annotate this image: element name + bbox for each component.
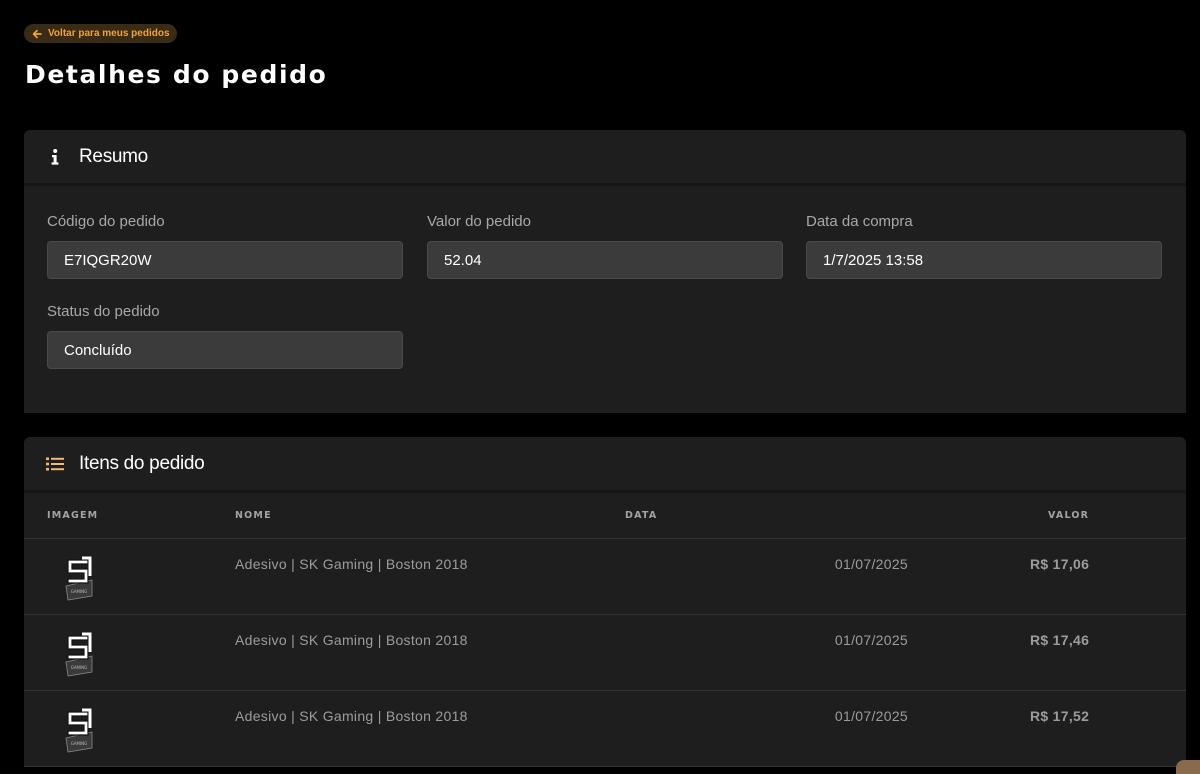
table-row[interactable]: GAMING Adesivo | SK Gaming | Boston 2018… xyxy=(24,690,1186,766)
order-status-input[interactable]: Concluído xyxy=(47,331,403,369)
order-details-page: Voltar para meus pedidos Detalhes do ped… xyxy=(0,0,1200,774)
order-value-field: Valor do pedido 52.04 xyxy=(427,213,783,279)
floating-action-corner[interactable] xyxy=(1176,760,1200,774)
purchase-date-input[interactable]: 1/7/2025 13:58 xyxy=(806,241,1162,279)
items-title: Itens do pedido xyxy=(79,452,205,474)
svg-text:GAMING: GAMING xyxy=(71,589,88,594)
order-code-input[interactable]: E7IQGR20W xyxy=(47,241,403,279)
sk-gaming-sticker-icon: GAMING xyxy=(65,632,93,676)
back-to-orders-button[interactable]: Voltar para meus pedidos xyxy=(24,24,177,43)
order-value-input[interactable]: 52.04 xyxy=(427,241,783,279)
item-image-cell: GAMING xyxy=(24,690,235,766)
summary-header: Resumo xyxy=(24,130,1186,186)
page-title: Detalhes do pedido xyxy=(25,60,328,89)
item-name: Adesivo | SK Gaming | Boston 2018 xyxy=(235,707,468,724)
svg-text:GAMING: GAMING xyxy=(71,741,88,746)
purchase-date-label: Data da compra xyxy=(806,213,913,230)
order-status-field: Status do pedido Concluído xyxy=(47,303,403,369)
item-image-cell: GAMING xyxy=(24,614,235,690)
item-name: Adesivo | SK Gaming | Boston 2018 xyxy=(235,555,468,572)
order-status-label: Status do pedido xyxy=(47,303,160,320)
item-date: 01/07/2025 xyxy=(834,707,908,724)
sk-gaming-sticker-icon: GAMING xyxy=(65,556,93,600)
column-header-value: VALOR xyxy=(908,493,1186,539)
summary-card: Resumo Código do pedido E7IQGR20W Valor … xyxy=(24,130,1186,413)
item-date: 01/07/2025 xyxy=(834,555,908,572)
item-value: R$ 17,46 xyxy=(1030,631,1090,648)
item-date: 01/07/2025 xyxy=(834,631,908,648)
items-header: Itens do pedido xyxy=(24,437,1186,493)
summary-title: Resumo xyxy=(79,145,148,167)
order-value-label: Valor do pedido xyxy=(427,213,531,230)
arrow-left-icon xyxy=(32,29,42,39)
item-image-cell: GAMING xyxy=(24,538,235,614)
list-icon xyxy=(46,455,64,473)
column-header-image: IMAGEM xyxy=(24,493,235,539)
items-table: IMAGEM NOME DATA VALOR GAMING Adesivo | … xyxy=(24,493,1186,767)
item-value: R$ 17,52 xyxy=(1030,707,1090,724)
column-header-date: DATA xyxy=(625,493,908,539)
table-header-row: IMAGEM NOME DATA VALOR xyxy=(24,493,1186,539)
order-items-card: Itens do pedido IMAGEM NOME DATA VALOR G… xyxy=(24,437,1186,767)
column-header-name: NOME xyxy=(235,493,625,539)
sk-gaming-sticker-icon: GAMING xyxy=(65,708,93,752)
item-value: R$ 17,06 xyxy=(1030,555,1090,572)
item-name: Adesivo | SK Gaming | Boston 2018 xyxy=(235,631,468,648)
back-to-orders-label: Voltar para meus pedidos xyxy=(48,28,170,39)
svg-text:GAMING: GAMING xyxy=(71,665,88,670)
order-code-label: Código do pedido xyxy=(47,213,165,230)
info-icon xyxy=(46,148,64,166)
table-row[interactable]: GAMING Adesivo | SK Gaming | Boston 2018… xyxy=(24,614,1186,690)
order-code-field: Código do pedido E7IQGR20W xyxy=(47,213,403,279)
purchase-date-field: Data da compra 1/7/2025 13:58 xyxy=(806,213,1162,279)
table-row[interactable]: GAMING Adesivo | SK Gaming | Boston 2018… xyxy=(24,538,1186,614)
